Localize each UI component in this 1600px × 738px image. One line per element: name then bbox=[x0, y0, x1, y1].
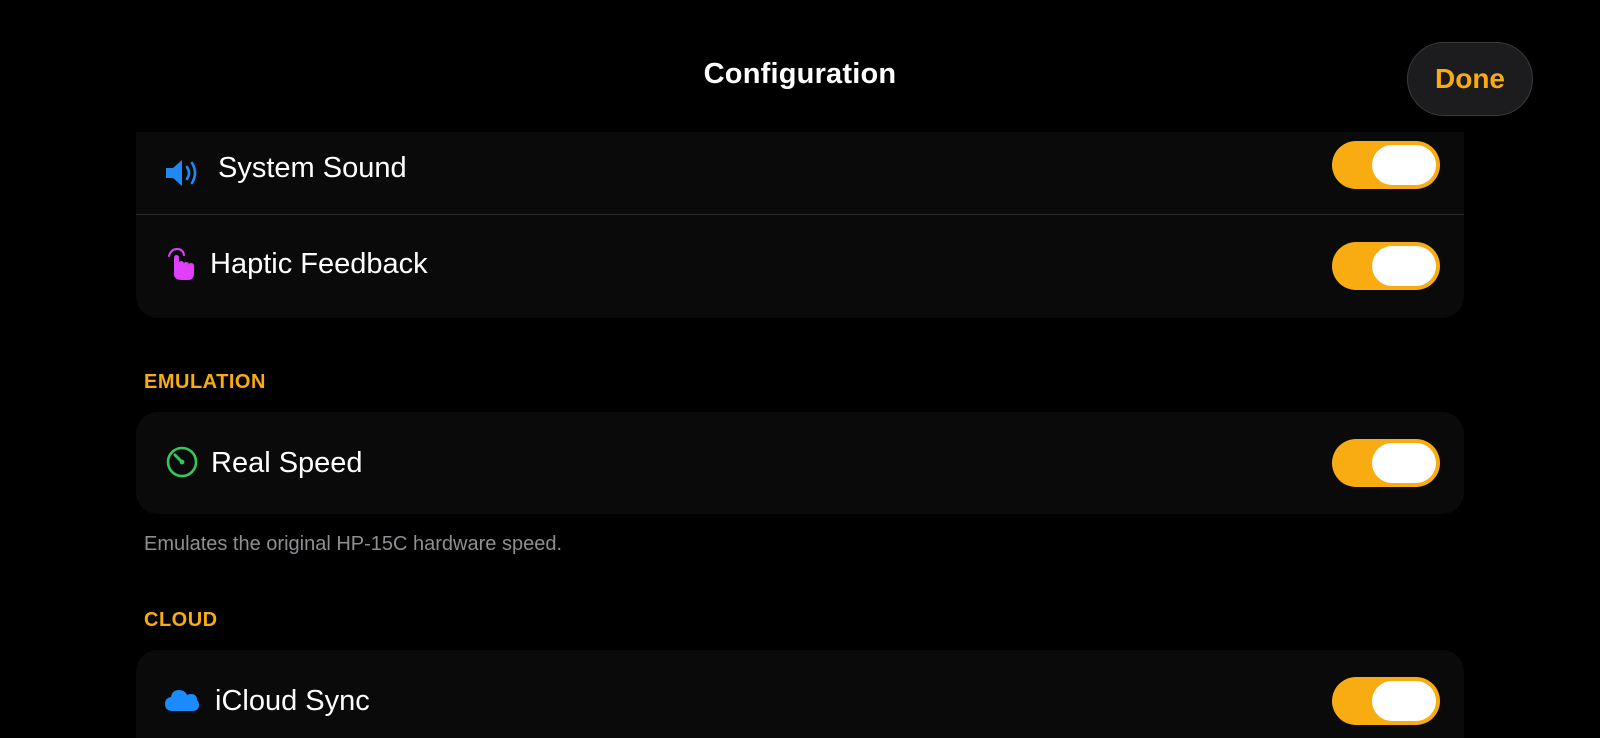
toggle-knob bbox=[1372, 681, 1436, 721]
haptic-feedback-row: Haptic Feedback bbox=[136, 214, 1464, 316]
icloud-sync-label: iCloud Sync bbox=[215, 685, 370, 717]
speaker-wave-icon bbox=[164, 155, 200, 191]
haptic-feedback-toggle[interactable] bbox=[1332, 242, 1440, 290]
emulation-settings-group: Real Speed bbox=[136, 412, 1464, 514]
icloud-sync-row: iCloud Sync bbox=[136, 650, 1464, 738]
cloud-section-header: CLOUD bbox=[144, 609, 218, 631]
toggle-knob bbox=[1372, 145, 1436, 185]
real-speed-label: Real Speed bbox=[211, 447, 363, 479]
sound-settings-group: System Sound Haptic Feedback bbox=[136, 132, 1464, 318]
real-speed-description: Emulates the original HP-15C hardware sp… bbox=[144, 533, 562, 555]
hand-tap-icon bbox=[164, 247, 200, 283]
emulation-section-header: EMULATION bbox=[144, 371, 266, 393]
toggle-knob bbox=[1372, 443, 1436, 483]
system-sound-row: System Sound bbox=[136, 132, 1464, 214]
real-speed-row: Real Speed bbox=[136, 412, 1464, 514]
real-speed-toggle[interactable] bbox=[1332, 439, 1440, 487]
icloud-sync-toggle[interactable] bbox=[1332, 677, 1440, 725]
done-button[interactable]: Done bbox=[1407, 42, 1533, 116]
system-sound-toggle[interactable] bbox=[1332, 141, 1440, 189]
speedometer-icon bbox=[164, 444, 200, 480]
haptic-feedback-label: Haptic Feedback bbox=[210, 248, 428, 280]
page-title: Configuration bbox=[703, 58, 897, 90]
cloud-icon bbox=[164, 682, 200, 718]
toggle-knob bbox=[1372, 246, 1436, 286]
navigation-bar: Configuration Done bbox=[0, 0, 1600, 132]
system-sound-label: System Sound bbox=[218, 152, 407, 184]
cloud-settings-group: iCloud Sync bbox=[136, 650, 1464, 738]
